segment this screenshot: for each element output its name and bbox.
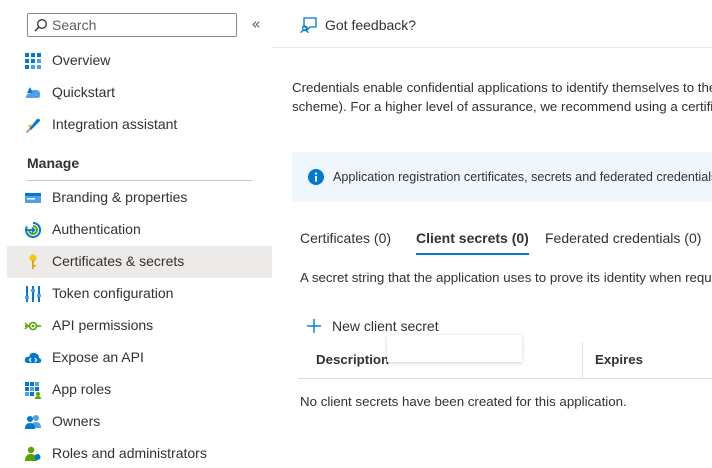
- new-client-secret-label: New client secret: [332, 318, 439, 334]
- sidebar-item-authentication[interactable]: Authentication: [7, 214, 272, 246]
- collapse-sidebar-button[interactable]: «: [248, 15, 264, 33]
- sidebar-item-label: Quickstart: [52, 84, 116, 100]
- sidebar-item-certificates-secrets[interactable]: Certificates & secrets: [7, 246, 272, 278]
- sidebar-item-label: Expose an API: [52, 349, 144, 365]
- tab-description: A secret string that the application use…: [300, 270, 712, 285]
- sidebar-item-branding-properties[interactable]: Branding & properties: [7, 182, 272, 214]
- sidebar-item-label: Certificates & secrets: [52, 253, 185, 269]
- sidebar-item-token-configuration[interactable]: Token configuration: [7, 278, 272, 310]
- tab-client-secrets[interactable]: Client secrets (0): [416, 230, 529, 258]
- column-header-description[interactable]: Description: [316, 352, 389, 367]
- sidebar-item-label: App roles: [52, 381, 112, 397]
- key-icon: [29, 254, 37, 269]
- sidebar-item-label: Integration assistant: [52, 116, 178, 132]
- info-banner-text: Application registration certificates, s…: [333, 170, 712, 184]
- main-content: Got feedback? Credentials enable confide…: [272, 0, 712, 468]
- authentication-icon: [25, 221, 42, 238]
- sidebar-item-integration-assistant[interactable]: Integration assistant: [7, 109, 272, 141]
- tooltip-popup: [387, 335, 522, 362]
- page-description: Credentials enable confidential applicat…: [292, 78, 712, 116]
- new-client-secret-button[interactable]: New client secret: [306, 316, 439, 336]
- sidebar-item-label: Roles and administrators: [52, 445, 207, 461]
- sidebar-item-label: Token configuration: [52, 285, 174, 301]
- sidebar-item-label: Branding & properties: [52, 189, 188, 205]
- sidebar-item-api-permissions[interactable]: API permissions: [7, 310, 272, 342]
- api-permissions-icon: [24, 321, 41, 331]
- info-banner: Application registration certificates, s…: [292, 152, 712, 202]
- rocket-icon: [26, 118, 40, 133]
- column-divider: [582, 342, 583, 379]
- info-icon: [308, 169, 324, 185]
- cloud-icon: [24, 352, 42, 363]
- feedback-button[interactable]: Got feedback?: [300, 15, 416, 35]
- sidebar-item-label: Authentication: [52, 221, 141, 237]
- owners-icon: [25, 415, 41, 429]
- sidebar-item-quickstart[interactable]: Quickstart: [7, 77, 272, 109]
- sidebar-item-label: Owners: [52, 413, 101, 429]
- column-header-expires[interactable]: Expires: [595, 352, 643, 367]
- overview-icon: [25, 53, 41, 69]
- search-box[interactable]: [27, 13, 237, 37]
- tab-certificates[interactable]: Certificates (0): [300, 230, 391, 258]
- empty-table-message: No client secrets have been created for …: [300, 394, 627, 409]
- sidebar-item-label: Overview: [52, 52, 111, 68]
- quickstart-icon: [26, 87, 41, 98]
- search-icon: [34, 19, 47, 32]
- description-line: Credentials enable confidential applicat…: [292, 80, 712, 95]
- app-roles-icon: [25, 382, 41, 399]
- header-divider: [272, 47, 712, 48]
- sidebar-item-expose-an-api[interactable]: Expose an API: [7, 342, 272, 374]
- sidebar-item-owners[interactable]: Owners: [7, 406, 272, 438]
- sidebar: « Overview Quickstart Integration assist…: [0, 0, 272, 468]
- description-line: scheme). For a higher level of assurance…: [292, 99, 712, 114]
- feedback-label: Got feedback?: [325, 17, 417, 33]
- sidebar-item-roles-administrators[interactable]: Roles and administrators: [7, 438, 272, 468]
- sidebar-item-label: API permissions: [52, 317, 154, 333]
- token-icon: [25, 286, 41, 302]
- sidebar-item-overview[interactable]: Overview: [7, 45, 272, 77]
- section-divider: [27, 180, 252, 181]
- search-input[interactable]: [52, 16, 232, 34]
- branding-icon: [25, 193, 41, 203]
- roles-icon: [25, 446, 41, 461]
- feedback-icon: [300, 17, 317, 34]
- section-title-manage: Manage: [27, 155, 80, 171]
- plus-icon: [307, 319, 321, 333]
- sidebar-item-app-roles[interactable]: App roles: [7, 374, 272, 406]
- tab-federated-credentials[interactable]: Federated credentials (0): [545, 230, 701, 258]
